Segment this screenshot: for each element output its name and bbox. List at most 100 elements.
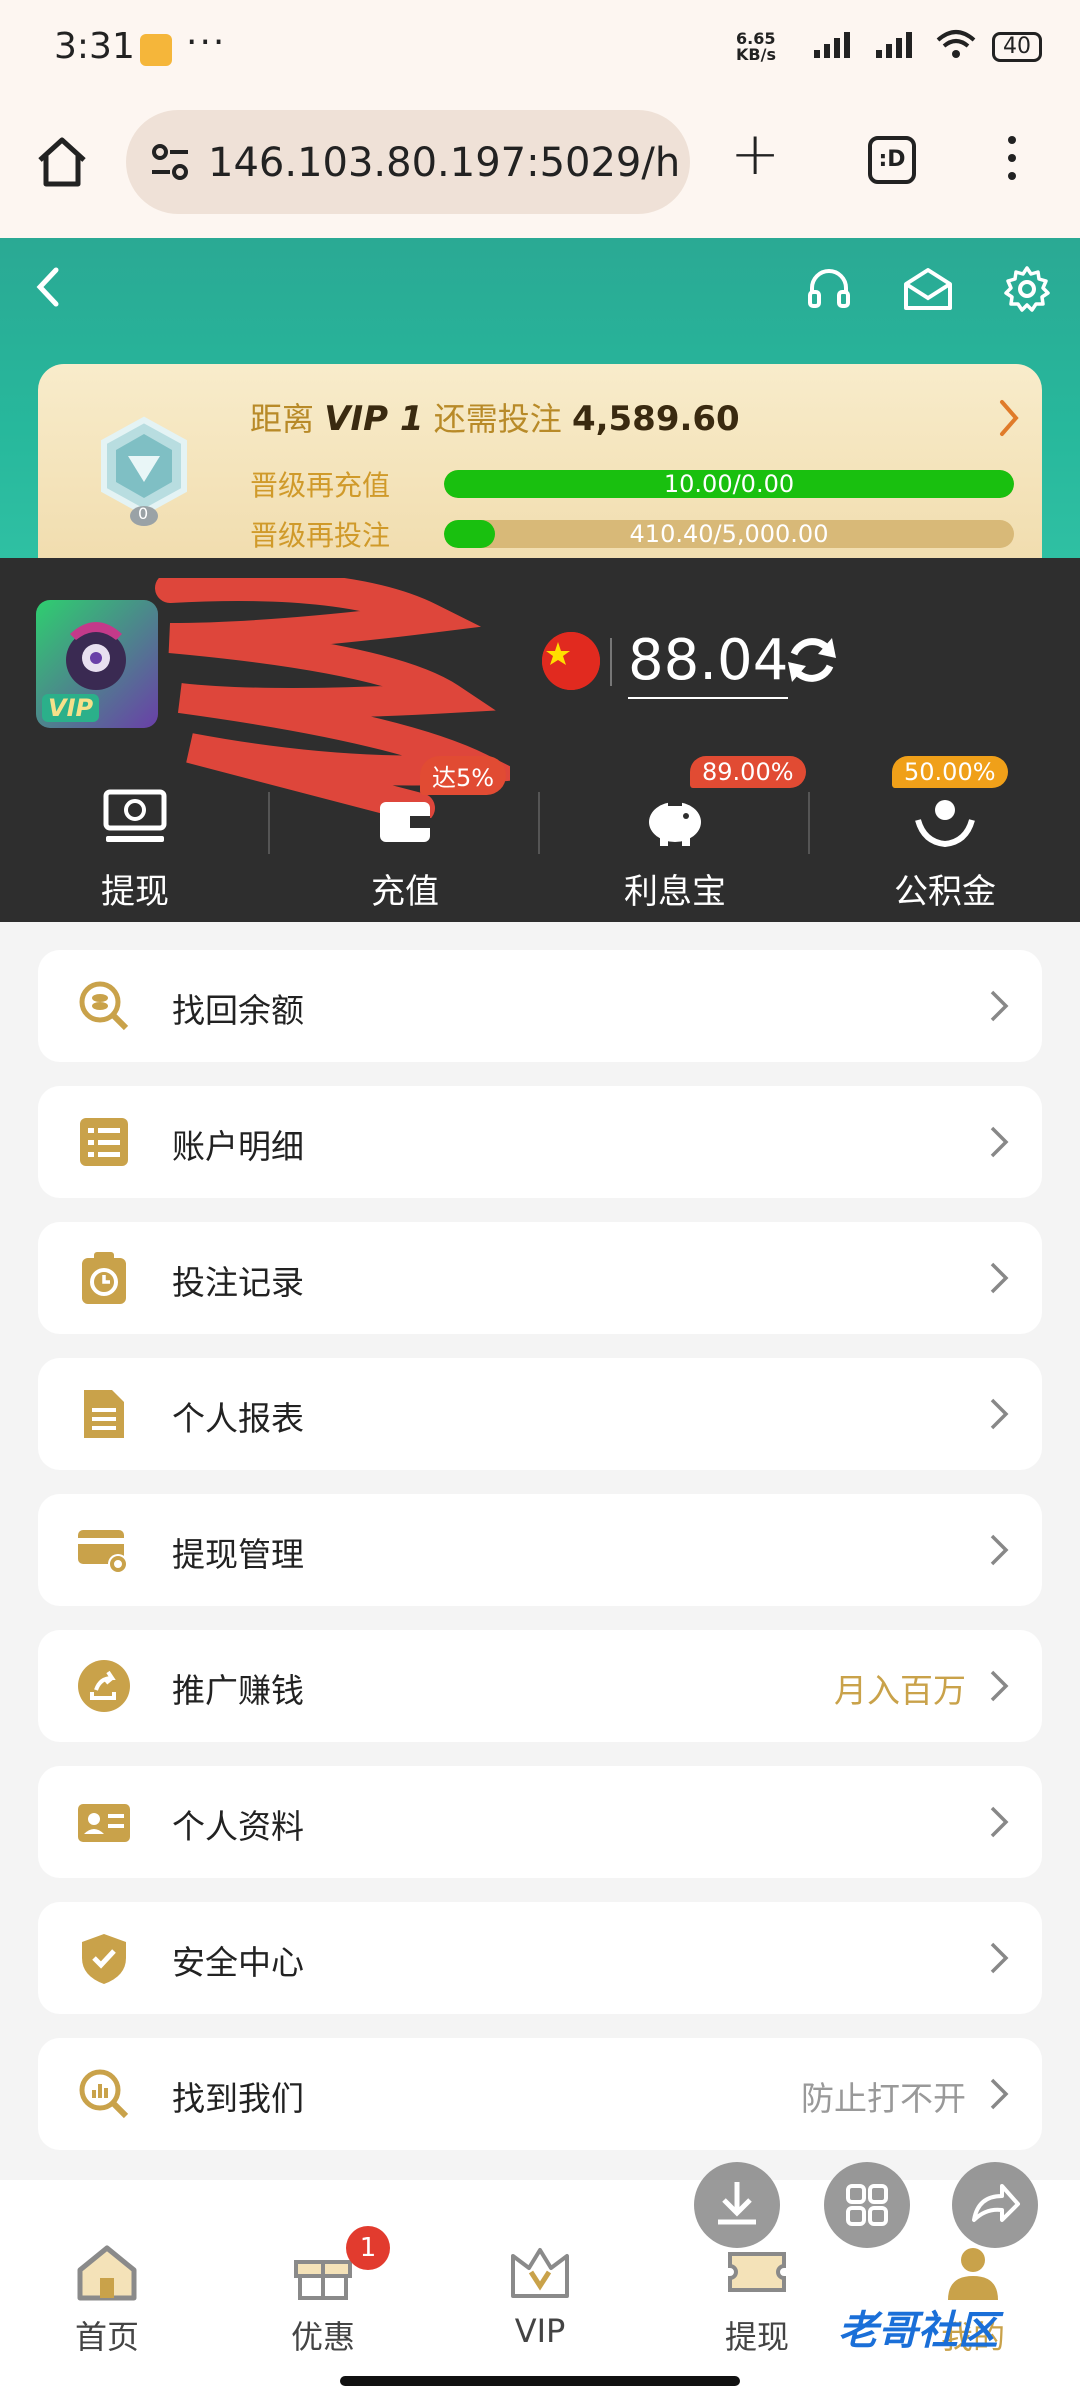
apps-grid-button[interactable] xyxy=(824,2162,910,2248)
menu-item-profile[interactable]: 个人资料 xyxy=(38,1766,1042,1878)
status-bar: 3:31 ··· 6.65 KB/s 40 xyxy=(0,0,1080,96)
action-label: 充值 xyxy=(371,872,439,912)
menu-label: 投注记录 xyxy=(172,1263,304,1302)
menu-item-bet-records[interactable]: 投注记录 xyxy=(38,1222,1042,1334)
menu-item-withdraw-management[interactable]: 提现管理 xyxy=(38,1494,1042,1606)
recharge-progress-text: 10.00/0.00 xyxy=(663,470,795,498)
recharge-progress-label: 晋级再充值 xyxy=(250,469,391,502)
fund-rate-badge: 50.00% xyxy=(892,756,1008,788)
vip-required-amount: 4,589.60 xyxy=(571,399,740,439)
menu-item-find-us[interactable]: 找到我们 防止打不开 xyxy=(38,2038,1042,2150)
nav-label: 优惠 xyxy=(290,2318,355,2356)
chevron-right-icon xyxy=(990,1262,1009,1294)
quick-actions: 提现 达5% 充值 89.00% 利息宝 50.00% 公积金 xyxy=(0,756,1080,916)
share-button[interactable] xyxy=(952,2162,1038,2248)
chevron-right-icon xyxy=(990,1126,1009,1158)
action-withdraw[interactable]: 提现 xyxy=(0,756,270,916)
interest-rate-badge: 89.00% xyxy=(690,756,806,788)
browser-menu-icon[interactable] xyxy=(1008,136,1016,190)
wifi-icon xyxy=(934,28,978,65)
bet-progress-text: 410.40/5,000.00 xyxy=(629,520,829,548)
download-icon xyxy=(718,2182,756,2225)
menu-extra: 月入百万 xyxy=(834,1671,966,1710)
vip-level-name: VIP 1 xyxy=(324,399,424,439)
vip-requirement: 距离 VIP 1 还需投注 4,589.60 xyxy=(250,394,740,440)
menu-label: 找回余额 xyxy=(172,991,304,1030)
menu-item-promotion[interactable]: 推广赚钱 月入百万 xyxy=(38,1630,1042,1742)
avatar[interactable]: VIP xyxy=(36,600,158,728)
profile-header: 0 距离 VIP 1 还需投注 4,589.60 晋级再充值 10.00/0.0… xyxy=(0,238,1080,614)
hands-coin-icon xyxy=(915,800,975,848)
menu-label: 找到我们 xyxy=(172,2079,304,2118)
withdraw-cash-icon xyxy=(103,789,167,842)
deposit-bonus-badge: 达5% xyxy=(420,756,507,795)
china-flag-icon xyxy=(542,632,600,690)
piggy-bank-icon xyxy=(649,802,701,846)
menu-label: 安全中心 xyxy=(172,1943,304,1982)
back-icon[interactable] xyxy=(30,264,66,314)
promotions-badge: 1 xyxy=(346,2226,390,2270)
share-arrow-icon xyxy=(972,2184,1020,2222)
menu-label: 个人资料 xyxy=(172,1807,304,1846)
menu-item-account-details[interactable]: 账户明细 xyxy=(38,1086,1042,1198)
vip-badge-level: 0 xyxy=(138,504,149,523)
more-notifications: ··· xyxy=(186,22,227,63)
nav-label: 提现 xyxy=(724,2318,789,2356)
menu-item-personal-report[interactable]: 个人报表 xyxy=(38,1358,1042,1470)
download-button[interactable] xyxy=(694,2162,780,2248)
grid-icon xyxy=(846,2184,888,2226)
nav-label: VIP xyxy=(514,2312,566,2350)
headset-icon[interactable] xyxy=(804,264,854,318)
bet-progress-label: 晋级再投注 xyxy=(250,519,391,552)
header-actions xyxy=(804,264,1052,318)
status-time: 3:31 xyxy=(54,26,135,67)
action-interest[interactable]: 89.00% 利息宝 xyxy=(540,756,810,916)
action-deposit[interactable]: 达5% 充值 xyxy=(270,756,540,916)
refresh-icon[interactable] xyxy=(782,630,842,694)
notification-app-icon xyxy=(140,34,172,66)
account-panel: VIP 88.04 提现 达5% 充值 89.00% 利息宝 50.00% 公积… xyxy=(0,558,1080,922)
action-label: 提现 xyxy=(101,872,169,912)
document-icon xyxy=(84,1390,124,1438)
browser-toolbar: 146.103.80.197:5029/hon + :D xyxy=(0,96,1080,238)
menu-label: 推广赚钱 xyxy=(172,1671,304,1710)
id-card-icon xyxy=(78,1804,130,1842)
wallet-balance: 88.04 xyxy=(628,628,789,699)
tab-switcher-button[interactable]: :D xyxy=(868,136,916,184)
action-provident-fund[interactable]: 50.00% 公积金 xyxy=(810,756,1080,916)
menu-item-security-center[interactable]: 安全中心 xyxy=(38,1902,1042,2014)
menu-item-recover-balance[interactable]: 找回余额 xyxy=(38,950,1042,1062)
user-icon xyxy=(948,2248,998,2300)
site-settings-icon[interactable] xyxy=(148,140,192,188)
home-indicator[interactable] xyxy=(340,2376,740,2386)
chevron-right-icon xyxy=(990,990,1009,1022)
home-nav-icon xyxy=(77,2245,137,2301)
action-label: 公积金 xyxy=(894,872,996,912)
address-bar[interactable]: 146.103.80.197:5029/hon xyxy=(126,110,690,214)
vip-level-badge: 0 xyxy=(96,416,192,540)
share-icon xyxy=(78,1660,130,1712)
menu-extra: 防止打不开 xyxy=(801,2079,966,2118)
ticket-icon xyxy=(728,2252,786,2292)
mail-icon[interactable] xyxy=(902,264,954,318)
home-icon[interactable] xyxy=(34,134,90,194)
list-icon xyxy=(80,1118,128,1166)
nav-label: 首页 xyxy=(74,2318,139,2356)
clipboard-clock-icon xyxy=(82,1252,126,1304)
gear-icon[interactable] xyxy=(1002,264,1052,318)
chevron-right-icon xyxy=(990,2078,1009,2110)
new-tab-icon[interactable]: + xyxy=(730,124,780,184)
shield-check-icon xyxy=(82,1934,126,1984)
vip-prefix: 距离 xyxy=(250,400,315,438)
url-text[interactable]: 146.103.80.197:5029/hon xyxy=(208,140,678,186)
crown-icon xyxy=(511,2248,569,2298)
menu-label: 提现管理 xyxy=(172,1535,304,1574)
vip-middle: 还需投注 xyxy=(433,400,562,438)
signal-icon-2 xyxy=(872,28,920,65)
chevron-right-icon xyxy=(990,1398,1009,1430)
balance-divider xyxy=(610,638,612,686)
action-label: 利息宝 xyxy=(624,872,726,912)
signal-icon xyxy=(810,28,858,65)
recharge-progress-bar: 10.00/0.00 xyxy=(444,470,1014,498)
chevron-right-icon[interactable] xyxy=(996,398,1022,442)
